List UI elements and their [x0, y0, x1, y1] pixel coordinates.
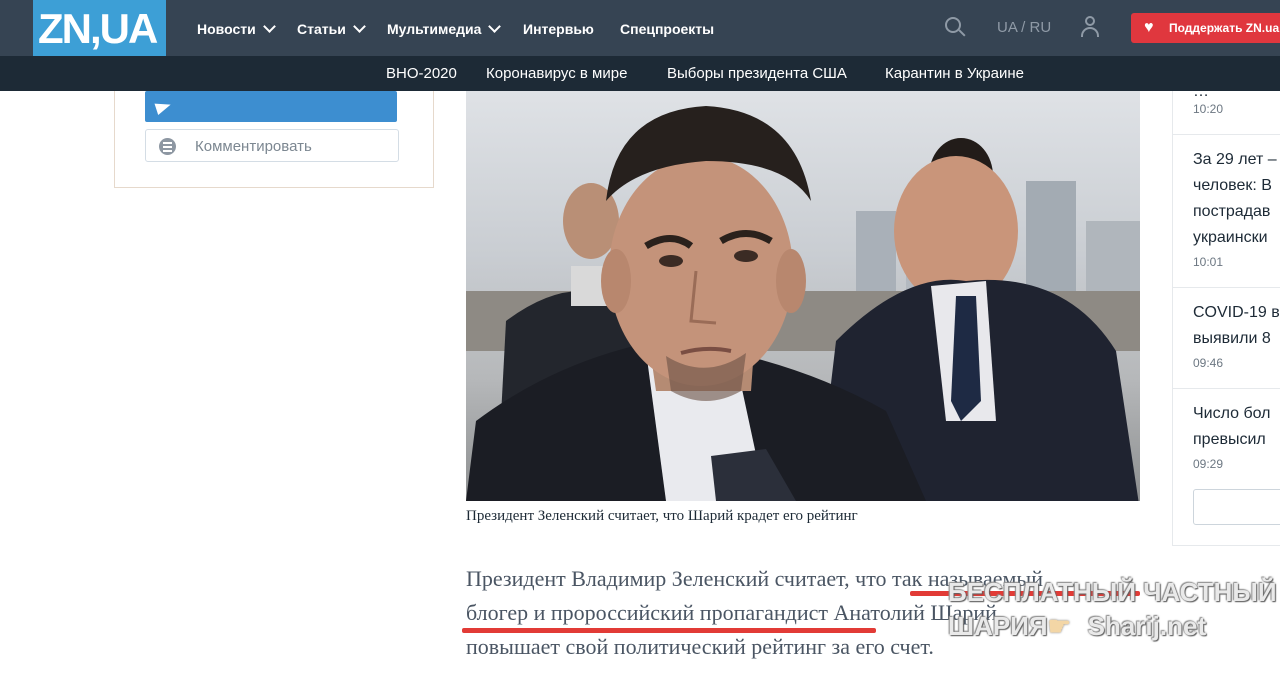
nav-multimedia-label: Мультимедиа [387, 21, 482, 37]
trending-link-coronavirus[interactable]: Коронавирус в мире [486, 65, 627, 82]
news-title: Число бол превысил [1193, 405, 1271, 448]
logo-text: ZN,UA [38, 5, 158, 52]
comment-button[interactable]: Комментировать [145, 129, 399, 162]
support-button[interactable]: ♥ Поддержать ZN.ua [1131, 13, 1280, 43]
news-item[interactable]: Число бол превысил 09:29 [1172, 389, 1280, 489]
photo-caption: Президент Зеленский считает, что Шарий к… [466, 508, 858, 524]
search-icon[interactable] [945, 17, 967, 39]
nav-item-specprojects[interactable]: Спецпроекты [620, 18, 714, 40]
top-navbar: ZN,UA Новости Статьи Мультимедиа Интервь… [0, 0, 1280, 62]
chevron-down-icon [352, 20, 366, 33]
nav-news-label: Новости [197, 21, 256, 37]
nav-articles-label: Статьи [297, 21, 346, 37]
comment-label: Комментировать [195, 138, 312, 155]
trending-link-vno[interactable]: ВНО-2020 [386, 65, 457, 82]
nav-specprojects-label: Спецпроекты [620, 21, 715, 37]
pointing-hand-icon: ☛ [1047, 611, 1071, 641]
more-news-button[interactable] [1193, 489, 1280, 525]
chevron-down-icon [488, 20, 502, 33]
trending-link-us-elections[interactable]: Выборы президента США [667, 65, 847, 82]
watermark: БЕСПЛАТНЫЙ ЧАСТНЫЙ ШАРИЯ☛ Sharij.net [948, 576, 1277, 646]
language-switch[interactable]: UA / RU [997, 19, 1051, 36]
highlight-underline [462, 628, 876, 633]
trending-navbar: ВНО-2020 Коронавирус в мире Выборы прези… [0, 56, 1280, 91]
watermark-line2-left: ШАРИЯ [948, 611, 1048, 641]
telegram-share-button[interactable] [145, 91, 397, 122]
heart-icon: ♥ [1144, 19, 1154, 36]
support-label: Поддержать ZN.ua [1169, 21, 1280, 35]
news-time: 09:46 [1193, 356, 1224, 370]
telegram-icon [154, 98, 173, 116]
news-title: За 29 лет – человек: В пострадав украинс… [1193, 151, 1277, 246]
news-item[interactable]: За 29 лет – человек: В пострадав украинс… [1172, 135, 1280, 288]
nav-interview-label: Интервью [523, 21, 594, 37]
chevron-down-icon [262, 20, 276, 33]
news-item[interactable]: COVID-19 в выявили 8 09:46 [1172, 288, 1280, 389]
watermark-line1: БЕСПЛАТНЫЙ ЧАСТНЫЙ [948, 577, 1277, 607]
nav-item-news[interactable]: Новости [197, 18, 276, 40]
nav-item-multimedia[interactable]: Мультимедиа [387, 18, 502, 40]
trending-link-quarantine[interactable]: Карантин в Украине [885, 65, 1024, 82]
comment-icon [159, 138, 176, 155]
news-time: 10:20 [1193, 102, 1224, 116]
nav-item-interview[interactable]: Интервью [523, 18, 594, 40]
article-photo [466, 91, 1140, 501]
news-time: 09:29 [1193, 457, 1224, 471]
watermark-line2: ШАРИЯ☛ Sharij.net [948, 610, 1206, 642]
user-icon[interactable] [1080, 16, 1100, 38]
nav-item-articles[interactable]: Статьи [297, 18, 366, 40]
watermark-line2-right: Sharij.net [1087, 611, 1207, 641]
site-logo[interactable]: ZN,UA [33, 0, 166, 62]
news-item[interactable]: … 10:20 [1172, 91, 1280, 135]
news-title: COVID-19 в выявили 8 [1193, 304, 1280, 347]
news-time: 10:01 [1193, 255, 1224, 269]
